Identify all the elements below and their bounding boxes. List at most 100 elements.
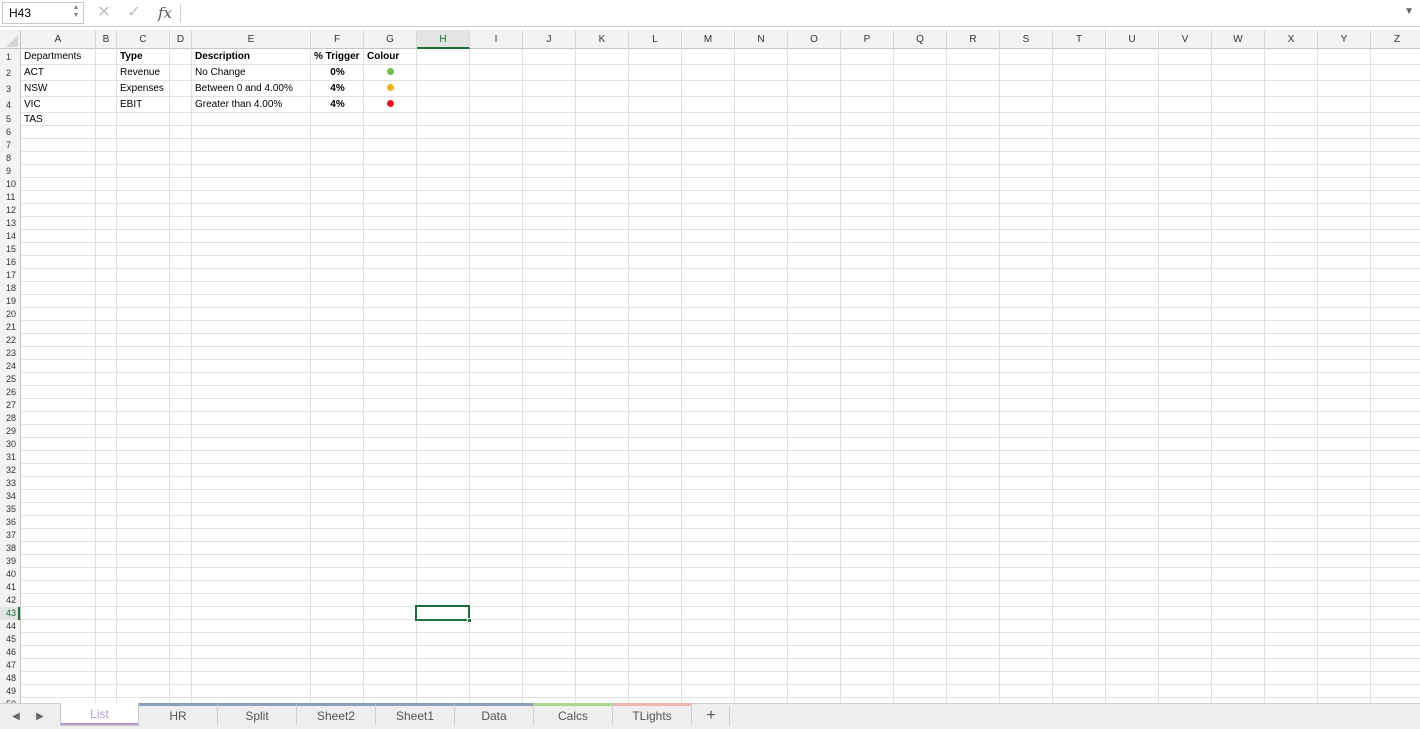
column-header-z[interactable]: Z [1371,30,1420,49]
row-header-40[interactable]: 40 [0,568,20,581]
cell-a3[interactable]: NSW [21,81,96,97]
cell-e1[interactable]: Description [192,49,311,65]
row-header-32[interactable]: 32 [0,464,20,477]
row-header-44[interactable]: 44 [0,620,20,633]
select-all-button[interactable] [0,30,21,49]
column-header-i[interactable]: I [470,30,523,49]
row-header-1[interactable]: 1 [0,49,20,65]
cell-f1[interactable]: % Trigger [311,49,364,65]
cell-a4[interactable]: VIC [21,97,96,113]
cell-a2[interactable]: ACT [21,65,96,81]
row-header-45[interactable]: 45 [0,633,20,646]
insert-function-icon[interactable]: fx [155,2,175,24]
column-header-j[interactable]: J [523,30,576,49]
row-header-36[interactable]: 36 [0,516,20,529]
column-header-b[interactable]: B [96,30,117,49]
formula-input[interactable] [186,3,1396,23]
column-header-a[interactable]: A [21,30,96,49]
previous-sheet-icon[interactable]: ◀ [8,708,24,726]
cell-c1[interactable]: Type [117,49,170,65]
row-header-39[interactable]: 39 [0,555,20,568]
sheet-tab-sheet1[interactable]: Sheet1 [376,703,455,725]
row-header-33[interactable]: 33 [0,477,20,490]
column-header-u[interactable]: U [1106,30,1159,49]
row-header-43[interactable]: 43 [0,607,20,620]
column-header-n[interactable]: N [735,30,788,49]
column-header-e[interactable]: E [192,30,311,49]
column-header-o[interactable]: O [788,30,841,49]
row-header-46[interactable]: 46 [0,646,20,659]
row-header-37[interactable]: 37 [0,529,20,542]
cell-c3[interactable]: Expenses [117,81,170,97]
row-header-30[interactable]: 30 [0,438,20,451]
cell-e4[interactable]: Greater than 4.00% [192,97,311,113]
cell-a1[interactable]: Departments [21,49,96,65]
row-header-26[interactable]: 26 [0,386,20,399]
cell-e3[interactable]: Between 0 and 4.00% [192,81,311,97]
row-header-42[interactable]: 42 [0,594,20,607]
row-header-21[interactable]: 21 [0,321,20,334]
row-header-5[interactable]: 5 [0,113,20,126]
cell-c2[interactable]: Revenue [117,65,170,81]
row-header-19[interactable]: 19 [0,295,20,308]
row-header-23[interactable]: 23 [0,347,20,360]
cell-f3[interactable]: 4% [311,81,364,97]
sheet-tab-calcs[interactable]: Calcs [534,703,613,725]
row-header-17[interactable]: 17 [0,269,20,282]
column-header-g[interactable]: G [364,30,417,49]
column-header-v[interactable]: V [1159,30,1212,49]
row-header-38[interactable]: 38 [0,542,20,555]
next-sheet-icon[interactable]: ▶ [32,708,48,726]
row-header-27[interactable]: 27 [0,399,20,412]
cell-a5[interactable]: TAS [21,113,96,126]
sheet-tab-split[interactable]: Split [218,703,297,725]
row-header-34[interactable]: 34 [0,490,20,503]
name-box[interactable]: H43 ▲ ▼ [2,2,84,24]
row-header-14[interactable]: 14 [0,230,20,243]
row-header-47[interactable]: 47 [0,659,20,672]
sheet-tab-tlights[interactable]: TLights [613,703,692,725]
column-header-h[interactable]: H [417,30,470,49]
sheet-tab-list[interactable]: List [60,703,139,726]
row-header-18[interactable]: 18 [0,282,20,295]
column-header-c[interactable]: C [117,30,170,49]
row-header-29[interactable]: 29 [0,425,20,438]
row-header-13[interactable]: 13 [0,217,20,230]
row-header-48[interactable]: 48 [0,672,20,685]
spreadsheet-grid[interactable]: ABCDEFGHIJKLMNOPQRSTUVWXYZ 1 2 3 4 5 6 7 8 9 10 11… [0,30,1420,703]
row-header-7[interactable]: 7 [0,139,20,152]
cell-area[interactable]: Departments ACT NSW VIC TAS Type Revenue Expens… [21,49,1420,703]
row-header-6[interactable]: 6 [0,126,20,139]
column-header-d[interactable]: D [170,30,192,49]
column-header-w[interactable]: W [1212,30,1265,49]
row-header-20[interactable]: 20 [0,308,20,321]
row-header-22[interactable]: 22 [0,334,20,347]
cell-f4[interactable]: 4% [311,97,364,113]
row-header-8[interactable]: 8 [0,152,20,165]
sheet-tab-data[interactable]: Data [455,703,534,725]
column-header-k[interactable]: K [576,30,629,49]
row-header-12[interactable]: 12 [0,204,20,217]
row-header-41[interactable]: 41 [0,581,20,594]
column-header-p[interactable]: P [841,30,894,49]
row-header-15[interactable]: 15 [0,243,20,256]
cell-c4[interactable]: EBIT [117,97,170,113]
row-header-11[interactable]: 11 [0,191,20,204]
column-header-l[interactable]: L [629,30,682,49]
selected-cell-outline[interactable] [415,605,472,623]
row-header-25[interactable]: 25 [0,373,20,386]
row-header-2[interactable]: 2 [0,65,20,81]
column-header-r[interactable]: R [947,30,1000,49]
row-header-16[interactable]: 16 [0,256,20,269]
row-header-3[interactable]: 3 [0,81,20,97]
add-sheet-button[interactable]: + [702,706,720,726]
row-header-49[interactable]: 49 [0,685,20,698]
cell-f2[interactable]: 0% [311,65,364,81]
row-header-9[interactable]: 9 [0,165,20,178]
row-header-24[interactable]: 24 [0,360,20,373]
cancel-icon[interactable]: ✕ [94,2,114,24]
cell-g1[interactable]: Colour [364,49,417,65]
cell-e2[interactable]: No Change [192,65,311,81]
row-header-35[interactable]: 35 [0,503,20,516]
name-box-stepper-icon[interactable]: ▲ ▼ [72,4,80,22]
